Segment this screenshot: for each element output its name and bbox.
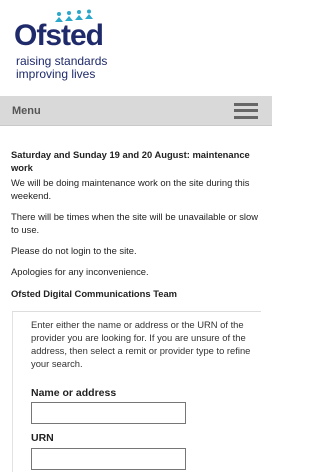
urn-input[interactable]: [31, 448, 186, 470]
site-header: Ofsted raising standards improving lives: [0, 0, 272, 96]
menu-bar[interactable]: Menu: [0, 96, 272, 126]
logo-tagline: raising standards improving lives: [16, 55, 107, 81]
urn-label: URN: [31, 432, 54, 444]
notice-paragraph: There will be times when the site will b…: [11, 211, 258, 235]
name-or-address-label: Name or address: [31, 387, 117, 399]
maintenance-notice: Saturday and Sunday 19 and 20 August: ma…: [11, 148, 263, 300]
notice-paragraph: Apologies for any inconvenience.: [11, 266, 149, 277]
provider-search-form: Enter either the name or address or the …: [12, 312, 261, 472]
notice-heading: Saturday and Sunday 19 and 20 August: ma…: [11, 149, 250, 173]
site-logo[interactable]: Ofsted: [14, 19, 104, 53]
hamburger-menu-icon[interactable]: [234, 102, 258, 119]
search-instructions: Enter either the name or address or the …: [31, 319, 251, 369]
notice-signoff: Ofsted Digital Communications Team: [11, 288, 177, 299]
notice-paragraph: Please do not login to the site.: [11, 245, 137, 256]
name-or-address-input[interactable]: [31, 402, 186, 424]
menu-label[interactable]: Menu: [12, 105, 41, 117]
tagline-line-2: improving lives: [16, 67, 96, 81]
notice-paragraph: We will be doing maintenance work on the…: [11, 177, 250, 201]
